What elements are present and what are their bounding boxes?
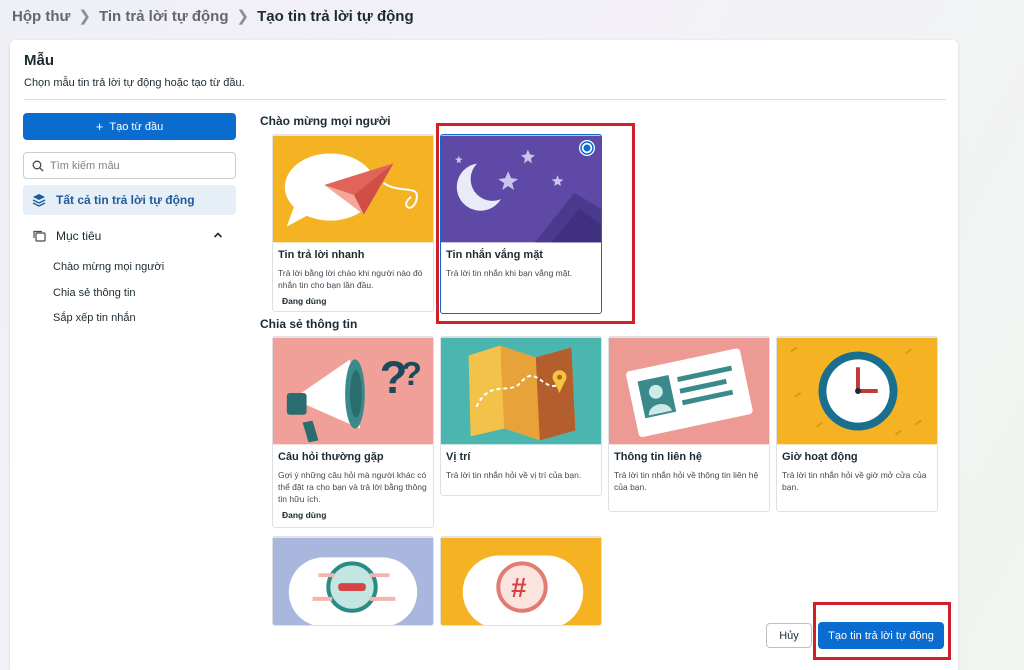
create-from-scratch-button[interactable]: + Tạo từ đầu xyxy=(23,113,236,140)
sidebar-subitem-welcome[interactable]: Chào mừng mọi người xyxy=(53,261,164,273)
search-input[interactable] xyxy=(50,159,230,172)
sidebar-group-label: Mục tiêu xyxy=(56,229,102,243)
template-card-sort-messages[interactable] xyxy=(272,536,434,626)
template-card-contact-info[interactable]: Thông tin liên hệ Trả lời tin nhắn hỏi v… xyxy=(608,336,770,512)
template-card-business-hours[interactable]: Giờ hoạt động Trả lời tin nhắn hỏi về gi… xyxy=(776,336,938,512)
create-from-scratch-label: Tạo từ đầu xyxy=(109,120,164,133)
magnifier-list-illustration xyxy=(273,537,433,625)
card-description: Trả lời tin nhắn hỏi về giờ mở cửa của b… xyxy=(782,470,927,492)
template-card-location[interactable]: Vị trí Trả lời tin nhắn hỏi về vị trí củ… xyxy=(440,336,602,496)
breadcrumb-inbox[interactable]: Hộp thư xyxy=(12,8,70,25)
card-title: Thông tin liên hệ xyxy=(614,451,702,463)
selection-highlight xyxy=(436,123,635,324)
layers-icon xyxy=(32,194,46,207)
sidebar-item-all-auto-replies[interactable]: Tất cả tin trả lời tự động xyxy=(23,185,236,215)
chevron-up-icon[interactable] xyxy=(212,229,224,241)
clock-illustration xyxy=(777,337,937,445)
paper-plane-illustration xyxy=(273,135,433,243)
breadcrumb-auto-replies[interactable]: Tin trả lời tự động xyxy=(99,8,229,25)
card-description: Gợi ý những câu hỏi mà người khác có thể… xyxy=(278,470,427,504)
sidebar-subitem-sort-messages[interactable]: Sắp xếp tin nhắn xyxy=(53,312,136,324)
megaphone-illustration: ? ? xyxy=(273,337,433,445)
breadcrumb: Hộp thư ❯ Tin trả lời tự động ❯ Tạo tin … xyxy=(12,6,414,26)
breadcrumb-current: Tạo tin trả lời tự động xyxy=(257,7,414,25)
button-highlight xyxy=(813,602,951,660)
id-card-illustration xyxy=(609,337,769,445)
card-description: Trả lời tin nhắn hỏi về thông tin liên h… xyxy=(614,470,759,492)
card-title: Câu hỏi thường gặp xyxy=(278,451,384,463)
cancel-button[interactable]: Hủy xyxy=(766,623,812,648)
panel-subtitle: Chọn mẫu tin trả lời tự động hoặc tạo từ… xyxy=(24,77,245,89)
template-card-hashtag[interactable]: # xyxy=(440,536,602,626)
search-icon xyxy=(32,160,44,171)
divider xyxy=(24,99,946,100)
section-title-welcome: Chào mừng mọi người xyxy=(260,114,391,128)
in-use-badge: Đang dùng xyxy=(282,510,327,520)
svg-text:#: # xyxy=(511,572,526,603)
svg-text:?: ? xyxy=(401,356,422,393)
template-search[interactable] xyxy=(23,152,236,179)
in-use-badge: Đang dùng xyxy=(282,296,327,306)
card-description: Trả lời tin nhắn hỏi về vị trí của bạn. xyxy=(446,470,582,480)
plus-icon: + xyxy=(95,119,104,134)
card-title: Vị trí xyxy=(446,451,471,463)
card-title: Tin trả lời nhanh xyxy=(278,249,365,261)
card-title: Giờ hoạt động xyxy=(782,451,858,463)
section-title-share-info: Chia sẻ thông tin xyxy=(260,317,358,331)
hashtag-magnifier-illustration: # xyxy=(441,537,601,625)
sidebar-subitem-share-info[interactable]: Chia sẻ thông tin xyxy=(53,287,136,299)
template-card-faq[interactable]: ? ? Câu hỏi thường gặp Gợi ý những câu h… xyxy=(272,336,434,528)
chevron-right-icon: ❯ xyxy=(236,8,250,25)
card-description: Trả lời bằng lời chào khi người nào đó n… xyxy=(278,268,423,290)
sidebar-group-goals[interactable]: Mục tiêu xyxy=(23,226,236,246)
panel-title: Mẫu xyxy=(24,52,54,69)
template-card-quick-reply[interactable]: Tin trả lời nhanh Trả lời bằng lời chào … xyxy=(272,134,434,312)
copy-icon xyxy=(33,230,46,242)
map-illustration xyxy=(441,337,601,445)
sidebar-item-label: Tất cả tin trả lời tự động xyxy=(56,193,195,207)
chevron-right-icon: ❯ xyxy=(78,8,91,25)
